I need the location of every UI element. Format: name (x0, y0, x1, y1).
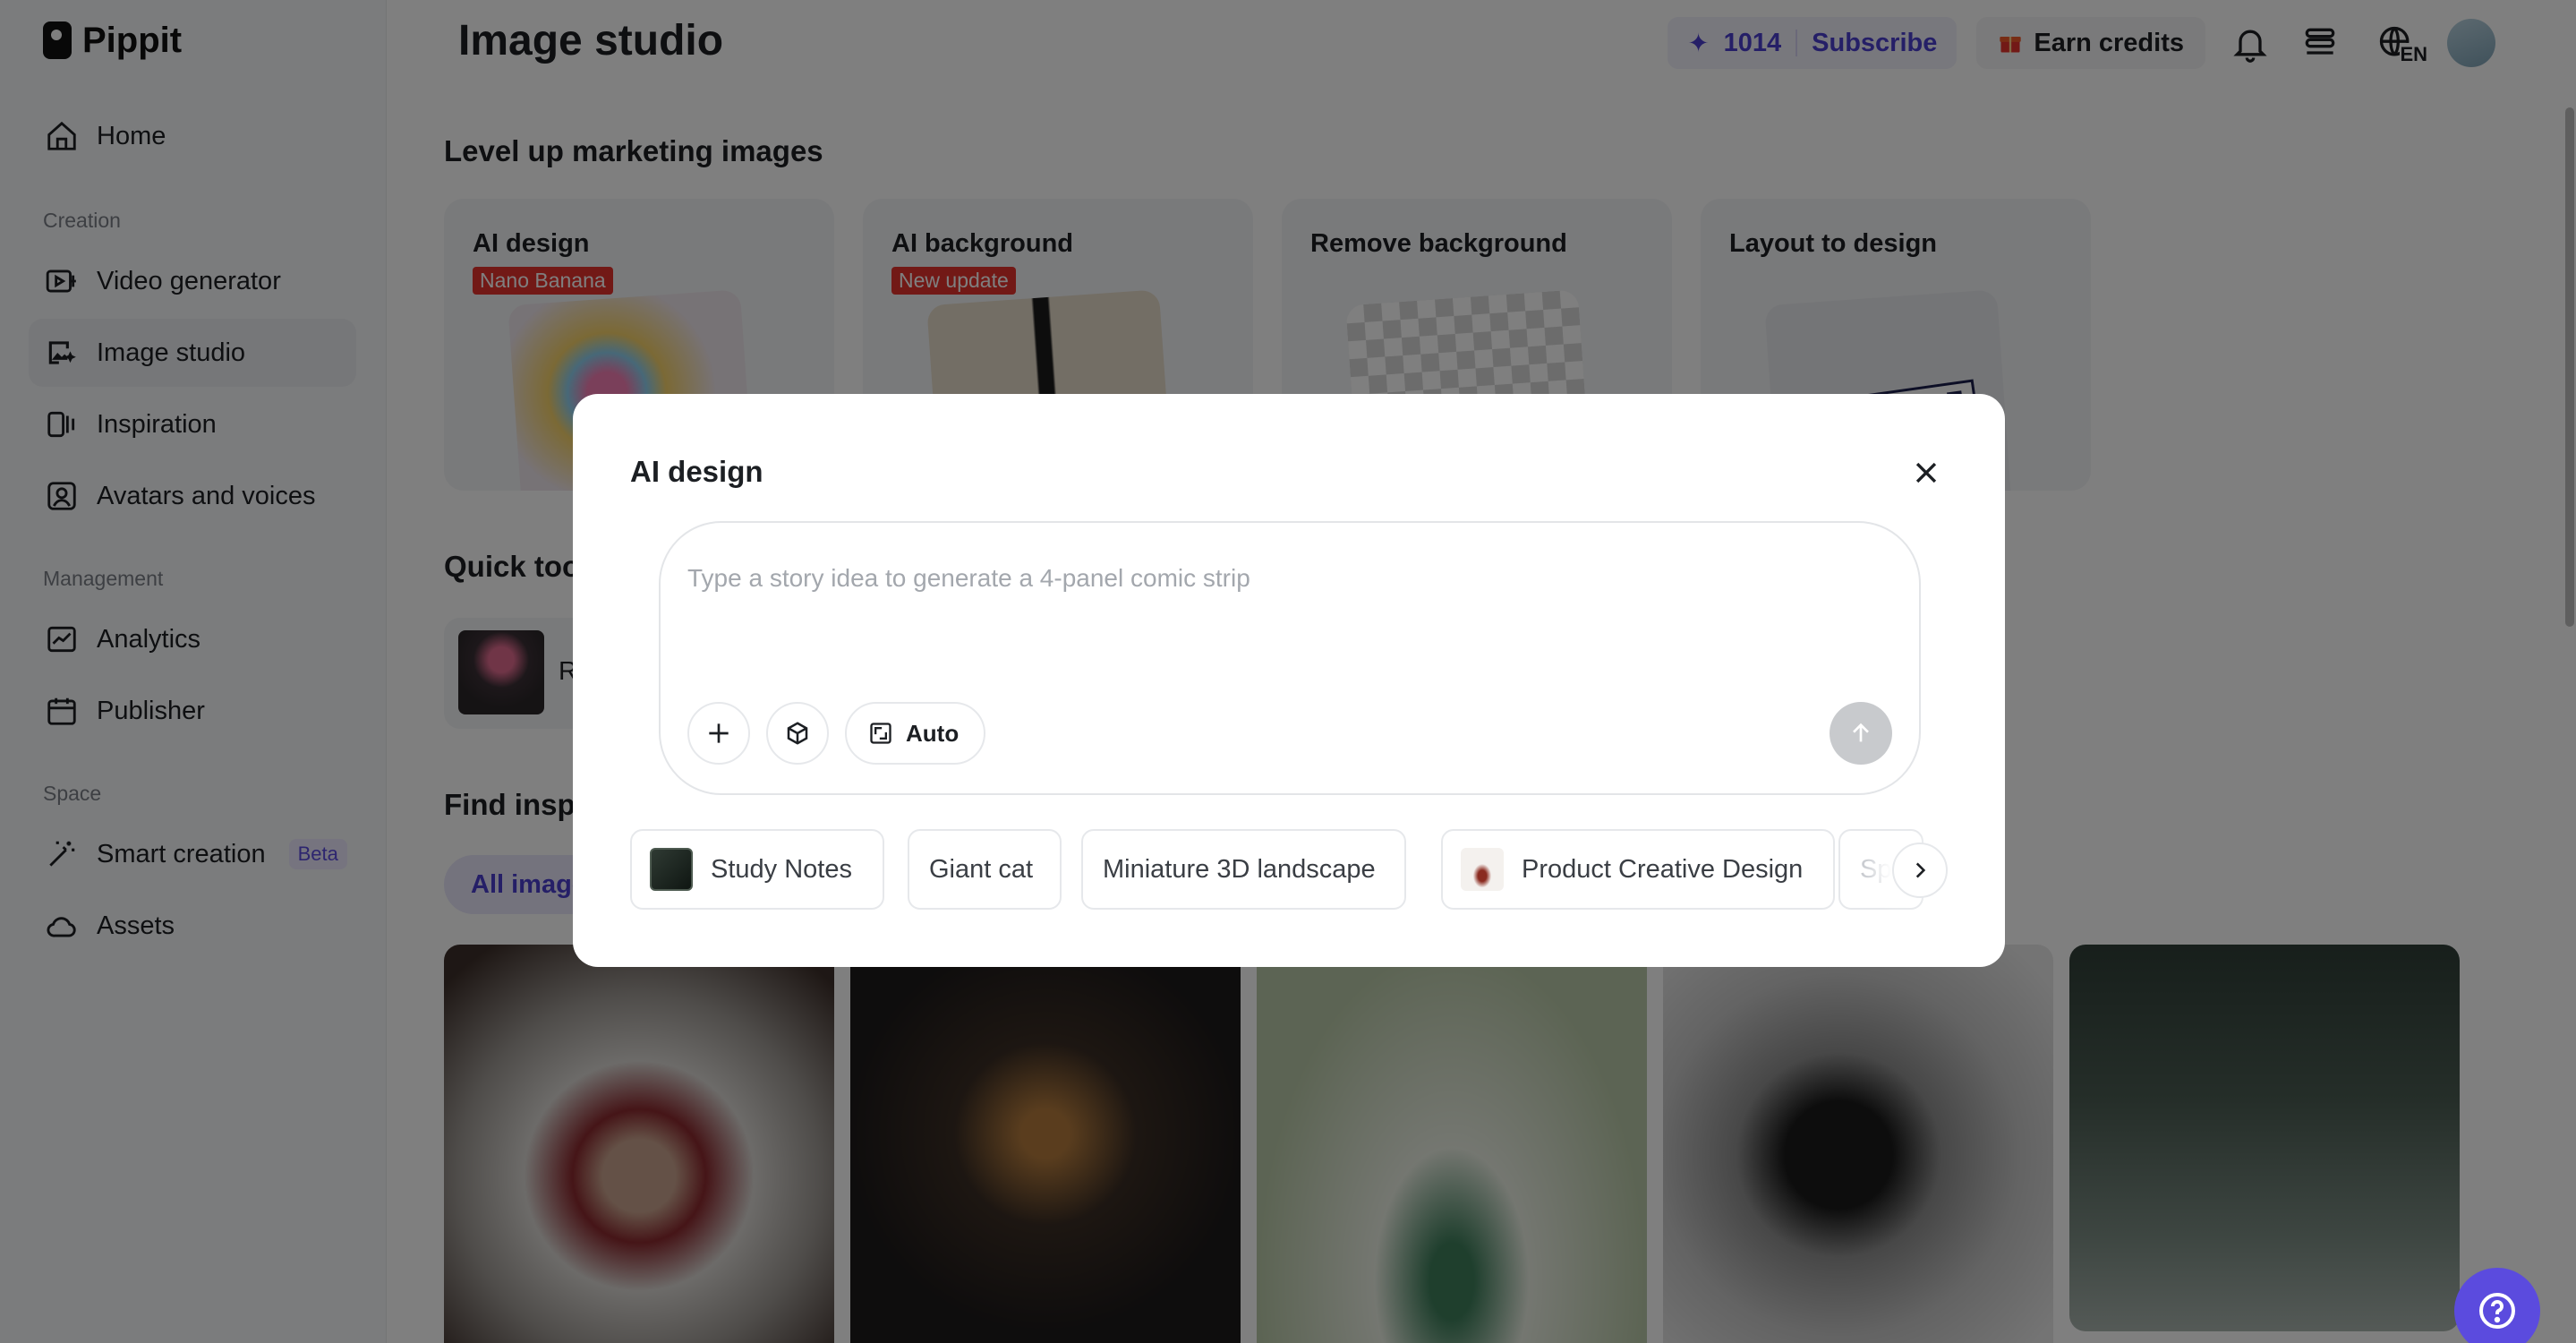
cube-icon (787, 722, 808, 745)
suggestion-chip-giant-cat[interactable]: Giant cat (908, 829, 1062, 910)
suggestion-chip-miniature-3d-landscape[interactable]: Miniature 3D landscape (1081, 829, 1406, 910)
suggestion-chip-study-notes[interactable]: Study Notes (630, 829, 884, 910)
close-button[interactable] (1906, 453, 1946, 492)
suggestion-label: Product Creative Design (1522, 854, 1804, 884)
aspect-ratio-icon (870, 723, 891, 744)
suggestion-thumbnail (1461, 848, 1504, 891)
aspect-ratio-label: Auto (906, 719, 960, 747)
plus-icon (709, 723, 729, 743)
suggestion-label: Giant cat (929, 854, 1034, 884)
prompt-box: Auto (659, 521, 1921, 795)
suggestion-label: Sp (1860, 854, 1892, 884)
help-icon (2479, 1293, 2515, 1329)
arrow-up-icon (1853, 723, 1869, 742)
page-scrollbar[interactable] (2563, 107, 2576, 627)
suggestion-row: Study Notes Giant cat Miniature 3D lands… (630, 829, 1946, 910)
scrollbar-thumb[interactable] (2565, 107, 2574, 627)
suggestion-chip-product-creative-design[interactable]: Product Creative Design (1441, 829, 1836, 910)
suggestion-label: Study Notes (711, 854, 852, 884)
close-icon (1915, 462, 1937, 483)
aspect-ratio-button[interactable]: Auto (845, 702, 986, 765)
suggestions-next-button[interactable] (1892, 843, 1948, 898)
add-button[interactable] (687, 702, 750, 765)
modal-title: AI design (630, 455, 763, 488)
model-button[interactable] (766, 702, 829, 765)
suggestion-thumbnail (650, 848, 693, 891)
send-button[interactable] (1830, 702, 1892, 765)
prompt-input[interactable] (687, 552, 1851, 605)
chevron-right-icon (1915, 862, 1926, 878)
suggestion-label: Miniature 3D landscape (1103, 854, 1376, 884)
ai-design-modal: AI design Auto Study Notes Giant cat Min… (573, 394, 2005, 967)
